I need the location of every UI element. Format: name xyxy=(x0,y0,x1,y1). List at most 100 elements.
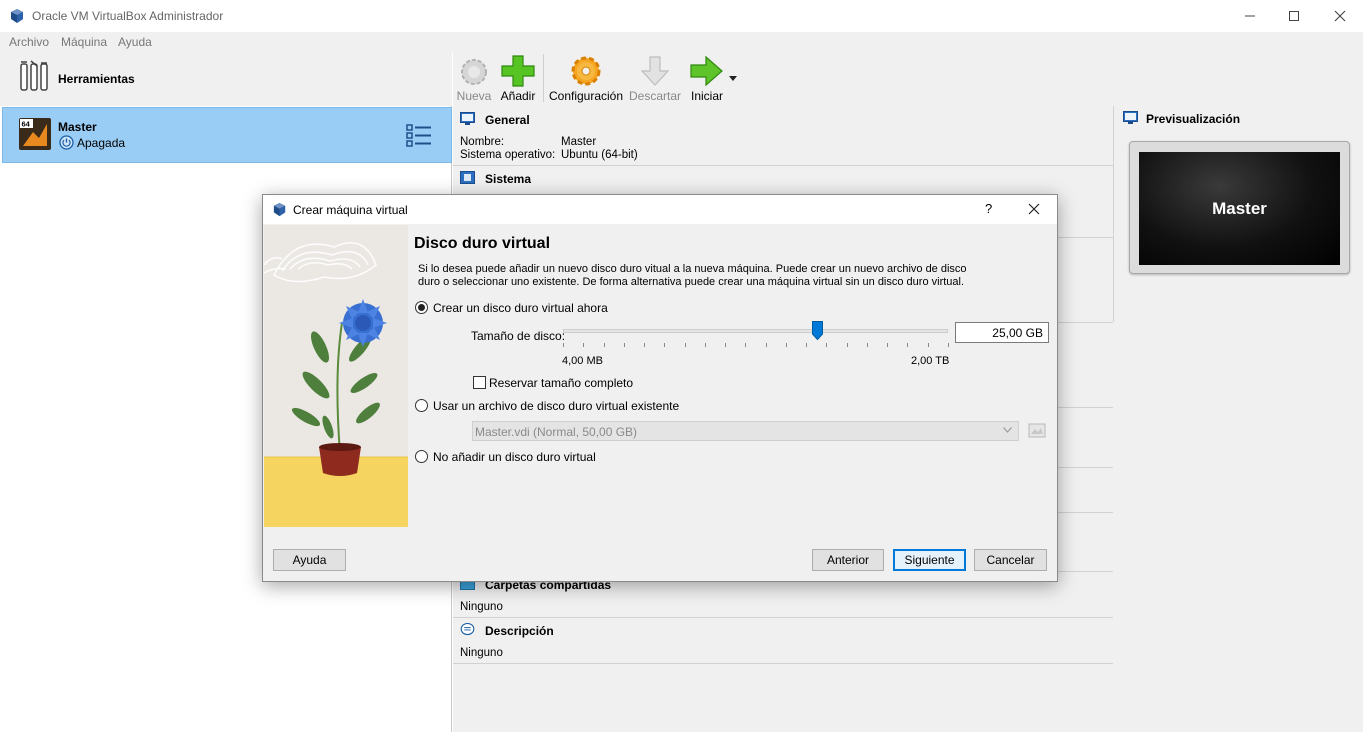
menu-bar: Archivo Máquina Ayuda xyxy=(0,32,1363,52)
existing-disk-select[interactable]: Master.vdi (Normal, 50,00 GB) xyxy=(472,421,1019,441)
monitor-icon xyxy=(460,112,475,125)
toolbar-new-button[interactable]: Nueva xyxy=(457,52,491,106)
wizard-heading: Disco duro virtual xyxy=(414,235,551,252)
slider-tick xyxy=(887,343,888,347)
slider-tick xyxy=(563,343,564,347)
tools-icon xyxy=(20,60,48,91)
slider-tick xyxy=(766,343,767,347)
toolbar-discard-button[interactable]: Descartar xyxy=(629,52,681,106)
power-off-icon xyxy=(59,135,74,150)
toolbar-start-label: Iniciar xyxy=(690,89,723,103)
disk-size-input[interactable]: 25,00 GB xyxy=(955,322,1049,343)
toolbar-settings-label: Configuración xyxy=(548,89,624,103)
radio-use-existing-disk-label[interactable]: Usar un archivo de disco duro virtual ex… xyxy=(433,399,679,413)
preview-screen: Master xyxy=(1139,152,1340,265)
section-description-header[interactable]: Descripción xyxy=(453,619,1113,641)
slider-tick xyxy=(705,343,706,347)
preview-screen-text: Master xyxy=(1212,198,1267,218)
shared-folders-value: Ninguno xyxy=(460,601,503,613)
back-button[interactable]: Anterior xyxy=(812,549,884,571)
virtualbox-cube-icon xyxy=(273,202,286,217)
slider-tick xyxy=(624,343,625,347)
slider-tick xyxy=(806,343,807,347)
slider-tick xyxy=(907,343,908,347)
general-name-label: Nombre: xyxy=(460,136,505,148)
help-button[interactable]: Ayuda xyxy=(273,549,346,571)
general-os-value: Ubuntu (64-bit) xyxy=(561,149,638,161)
slider-tick xyxy=(948,343,949,347)
disk-size-slider[interactable] xyxy=(563,329,948,333)
maximize-button[interactable] xyxy=(1271,0,1317,32)
slider-tick xyxy=(847,343,848,347)
description-value: Ninguno xyxy=(460,647,503,659)
flower-illustration xyxy=(264,225,408,527)
menu-archivo[interactable]: Archivo xyxy=(9,35,49,49)
slider-tick xyxy=(604,343,605,347)
speech-bubble-icon xyxy=(460,623,475,636)
chevron-down-icon xyxy=(1003,427,1012,433)
section-divider xyxy=(453,165,1113,166)
reserve-full-size-label[interactable]: Reservar tamaño completo xyxy=(489,376,633,390)
vm-menu-icon[interactable] xyxy=(406,123,432,149)
cancel-button[interactable]: Cancelar xyxy=(974,549,1047,571)
vm-state: Apagada xyxy=(77,136,126,150)
dialog-footer: Ayuda Anterior Siguiente Cancelar xyxy=(263,541,1057,581)
disk-size-label: Tamaño de disco: xyxy=(471,329,566,343)
slider-tick xyxy=(685,343,686,347)
gear-icon xyxy=(571,56,601,86)
radio-no-disk-label[interactable]: No añadir un disco duro virtual xyxy=(433,450,596,464)
toolbar-add-button[interactable]: Añadir xyxy=(501,52,535,106)
slider-tick xyxy=(664,343,665,347)
slider-max-label: 2,00 TB xyxy=(911,355,950,367)
tools-item[interactable]: Herramientas xyxy=(0,52,452,106)
disk-size-slider-handle[interactable] xyxy=(812,321,823,340)
create-vm-dialog: Crear máquina virtual ? Disco duro virtu… xyxy=(262,194,1058,582)
details-pane-extension xyxy=(1113,322,1363,732)
menu-maquina[interactable]: Máquina xyxy=(61,35,107,49)
monitor-icon xyxy=(1123,111,1138,124)
arrow-down-icon xyxy=(640,56,670,86)
close-icon xyxy=(1028,203,1040,215)
chevron-down-icon[interactable] xyxy=(729,76,737,82)
plus-icon xyxy=(501,55,535,87)
vm-list-item-master[interactable]: 64 Master Apagada xyxy=(2,107,452,163)
reserve-full-size-checkbox[interactable] xyxy=(473,376,486,389)
svg-text:64: 64 xyxy=(22,120,31,129)
radio-no-disk[interactable] xyxy=(415,450,428,463)
close-icon xyxy=(1334,10,1346,22)
toolbar-new-label: Nueva xyxy=(456,89,492,103)
wizard-illustration xyxy=(264,225,408,527)
section-system-header[interactable]: Sistema xyxy=(453,167,1113,189)
toolbar-start-button[interactable]: Iniciar xyxy=(689,52,725,106)
minimize-button[interactable] xyxy=(1227,0,1273,32)
radio-create-disk-now-label[interactable]: Crear un disco duro virtual ahora xyxy=(433,301,608,315)
preview-panel: Previsualización Master xyxy=(1113,106,1363,322)
slider-tick xyxy=(867,343,868,347)
ubuntu-vm-icon: 64 xyxy=(19,118,51,150)
slider-tick xyxy=(583,343,584,347)
preview-title: Previsualización xyxy=(1146,112,1241,126)
gear-new-icon xyxy=(461,59,487,85)
preview-monitor: Master xyxy=(1129,141,1350,274)
arrow-right-icon xyxy=(690,55,723,87)
tools-label: Herramientas xyxy=(58,72,135,86)
dialog-titlebar: Crear máquina virtual ? xyxy=(263,195,1057,224)
radio-create-disk-now[interactable] xyxy=(415,301,428,314)
dialog-close-button[interactable] xyxy=(1023,198,1045,220)
existing-disk-value: Master.vdi (Normal, 50,00 GB) xyxy=(475,425,638,439)
toolbar-settings-button[interactable]: Configuración xyxy=(548,52,624,106)
vm-name: Master xyxy=(58,120,97,134)
dialog-title: Crear máquina virtual xyxy=(293,203,408,217)
minimize-icon xyxy=(1245,15,1255,17)
slider-tick xyxy=(725,343,726,347)
next-button[interactable]: Siguiente xyxy=(893,549,966,571)
section-description-title: Descripción xyxy=(485,624,554,638)
choose-disk-file-icon[interactable] xyxy=(1028,421,1046,439)
radio-use-existing-disk[interactable] xyxy=(415,399,428,412)
menu-ayuda[interactable]: Ayuda xyxy=(118,35,152,49)
close-window-button[interactable] xyxy=(1317,0,1363,32)
section-general-header[interactable]: General xyxy=(453,108,1113,130)
slider-tick xyxy=(786,343,787,347)
window-titlebar: Oracle VM VirtualBox Administrador xyxy=(0,0,1363,32)
dialog-help-button[interactable]: ? xyxy=(985,201,992,216)
